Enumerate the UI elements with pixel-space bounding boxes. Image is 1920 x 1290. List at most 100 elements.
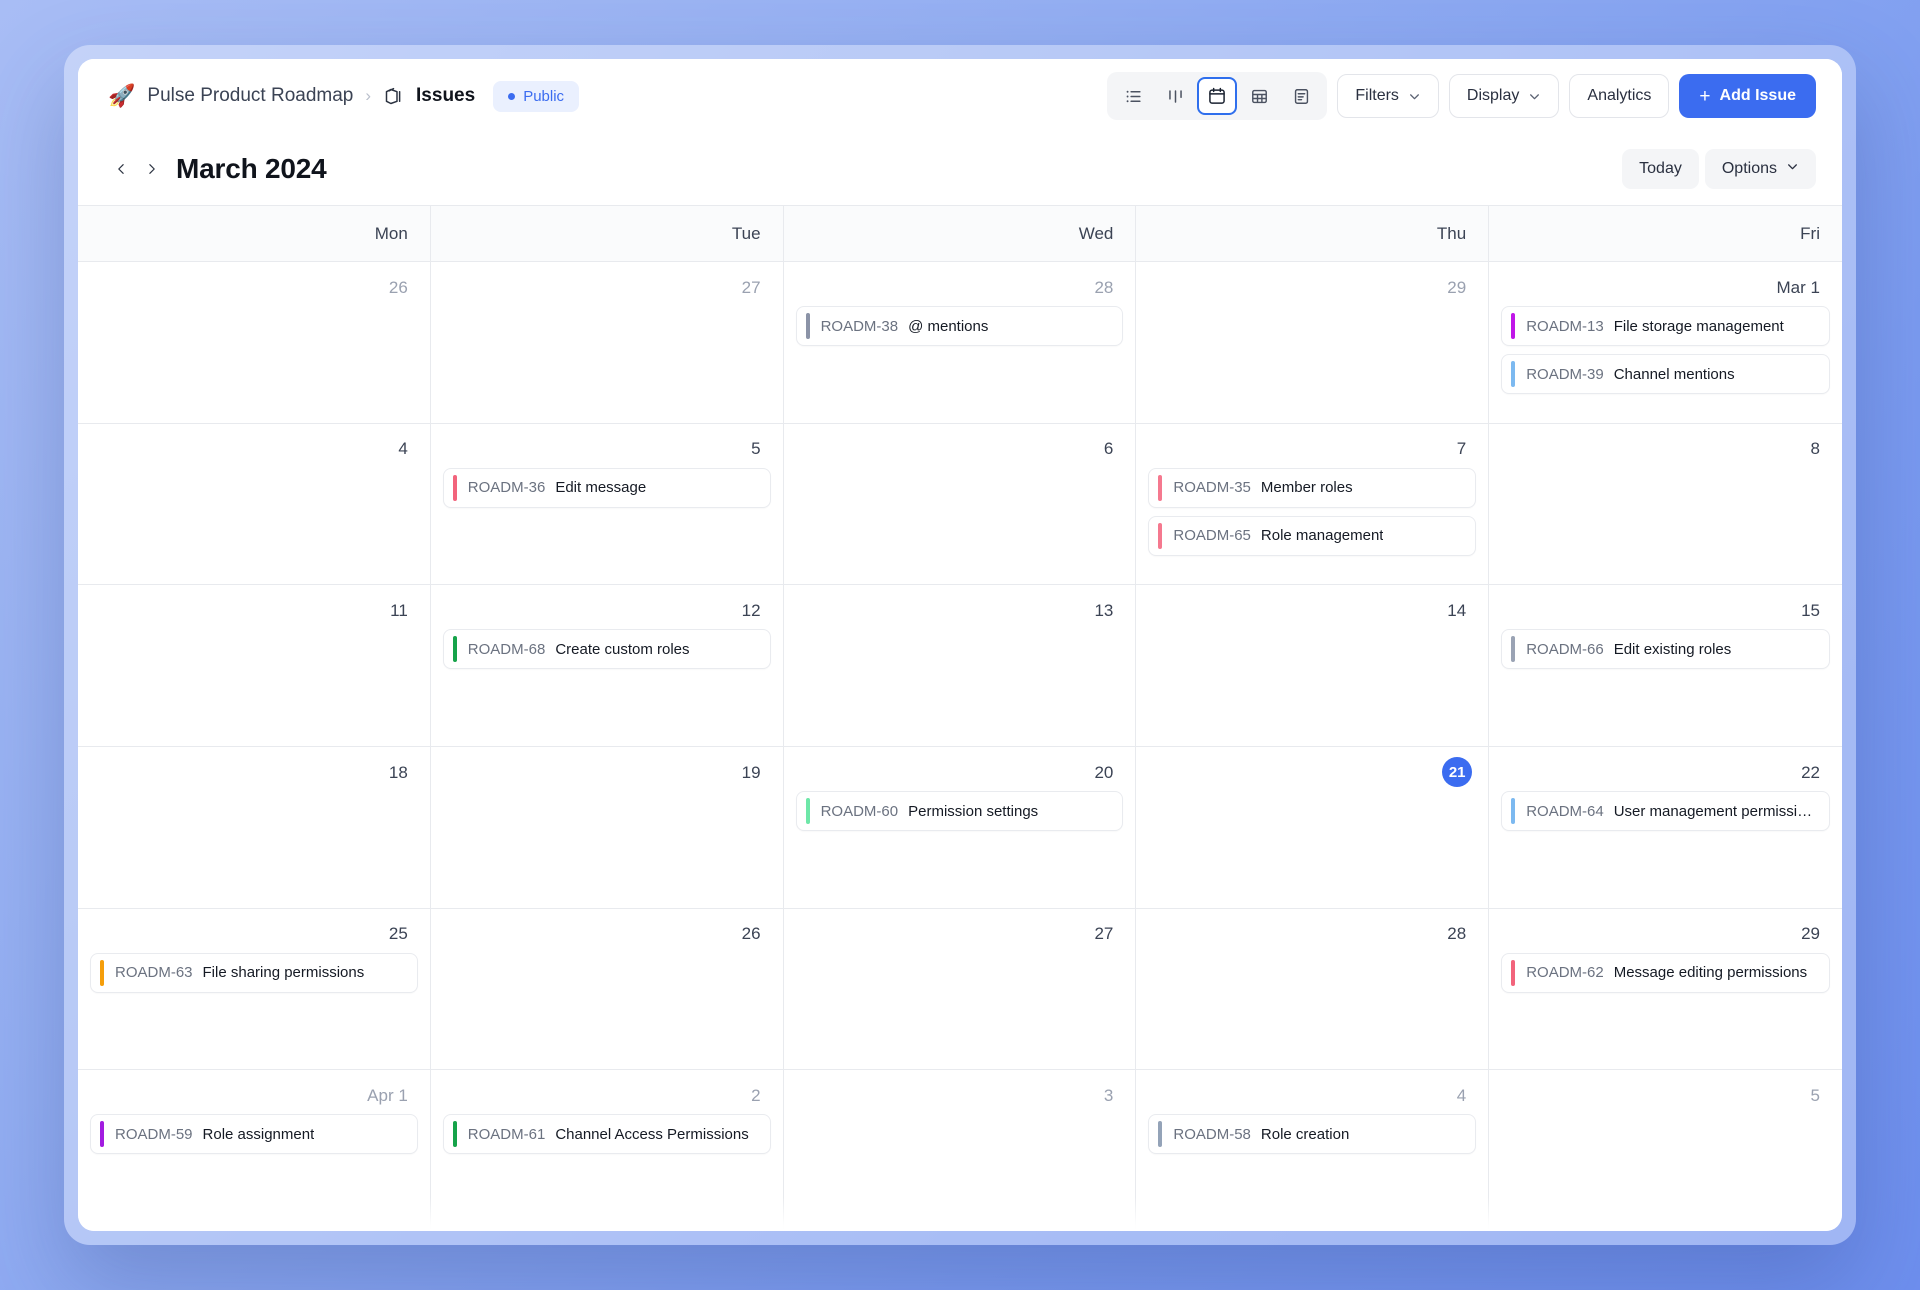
event-color-bar-icon [452,474,457,501]
event-issue-key: ROADM-61 [467,1125,546,1143]
calendar-day-cell[interactable]: 6 [784,423,1137,585]
event-issue-key: ROADM-58 [1173,1125,1251,1143]
calendar-day-number: 7 [1456,439,1467,459]
breadcrumb-section[interactable]: Issues [416,85,475,107]
app-window: 🚀 Pulse Product Roadmap › Issues Public [78,59,1842,1231]
calendar-day-header-row: Mon Tue Wed Thu Fri [78,206,1842,262]
calendar-event-card[interactable]: ROADM-39 Channel mentions [1501,354,1830,394]
calendar-day-number-row: 21 [1148,757,1476,788]
next-month-button[interactable] [136,152,166,186]
prev-month-button[interactable] [106,152,136,186]
event-title: Edit message [555,479,647,497]
calendar-day-number: 4 [1456,1085,1467,1105]
breadcrumb-project-link[interactable]: Pulse Product Roadmap [147,85,353,107]
calendar-day-events: ROADM-61 Channel Access Permissions [442,1114,771,1155]
calendar-day-cell[interactable]: 8 [1489,424,1842,585]
calendar-event-card[interactable]: ROADM-66 Edit existing roles [1501,629,1830,670]
calendar-view-icon[interactable] [1197,77,1238,115]
calendar-day-cell[interactable]: 26 [78,262,431,423]
calendar-day-number-row: Apr 1 [90,1080,418,1110]
calendar-day-number: 15 [1801,600,1820,620]
calendar-day-cell[interactable]: 22 ROADM-64 User management permissi… [1489,747,1842,908]
calendar-day-number: 4 [398,439,408,459]
calendar-day-cell[interactable]: 5 ROADM-36 Edit message [431,423,784,585]
calendar-day-cell[interactable]: 3 [784,1070,1137,1231]
event-issue-key: ROADM-38 [820,317,899,335]
calendar-day-number-row: 6 [796,434,1124,464]
top-toolbar: 🚀 Pulse Product Roadmap › Issues Public [78,59,1842,133]
event-issue-key: ROADM-39 [1526,365,1604,383]
calendar-event-card[interactable]: ROADM-38 @ mentions [795,306,1124,346]
analytics-button[interactable]: Analytics [1569,74,1670,118]
calendar-week-row: 18 19 20 ROADM-60 Permission settings 21 22 ROA… [78,747,1842,909]
calendar-day-cell[interactable]: 25 ROADM-63 File sharing permissions [78,908,431,1070]
calendar-day-cell[interactable]: 29 [1136,262,1490,423]
calendar-day-cell[interactable]: 14 [1136,585,1490,747]
calendar-event-card[interactable]: ROADM-35 Member roles [1148,467,1477,508]
calendar-day-number: 28 [1447,924,1467,944]
event-title: Member roles [1260,479,1353,497]
chevron-down-icon [1408,90,1421,103]
calendar-day-cell[interactable]: 7 ROADM-35 Member roles ROADM-65 Role manage… [1136,423,1490,585]
calendar-week-row: Apr 1 ROADM-59 Role assignment 2 ROADM-61 Cha… [78,1070,1842,1231]
calendar-day-number: Mar 1 [1776,277,1820,297]
calendar-day-number-row: 15 [1501,595,1830,625]
calendar-day-cell[interactable]: 21 [1136,747,1490,908]
options-button[interactable]: Options [1704,149,1816,189]
calendar-event-card[interactable]: ROADM-36 Edit message [442,467,771,508]
calendar-event-card[interactable]: ROADM-68 Create custom roles [442,629,771,670]
calendar-event-card[interactable]: ROADM-63 File sharing permissions [90,952,418,993]
calendar-day-cell[interactable]: 11 [78,585,431,747]
calendar-day-events: ROADM-60 Permission settings [795,791,1124,832]
calendar-day-cell[interactable]: 2 ROADM-61 Channel Access Permissions [431,1070,784,1231]
list-view-icon[interactable] [1113,77,1153,115]
calendar-day-cell[interactable]: Apr 1 ROADM-59 Role assignment [78,1070,431,1231]
calendar-day-cell[interactable]: 27 [784,908,1137,1070]
calendar-day-number: 22 [1801,762,1820,782]
event-issue-key: ROADM-68 [467,640,546,658]
filters-button[interactable]: Filters [1337,74,1439,118]
calendar-event-card[interactable]: ROADM-64 User management permissi… [1501,791,1830,832]
calendar-day-cell[interactable]: 19 [431,747,784,908]
calendar-day-cell[interactable]: 5 [1489,1070,1842,1231]
calendar-day-cell[interactable]: 15 ROADM-66 Edit existing roles [1489,585,1842,746]
calendar-day-cell[interactable]: 4 [78,423,431,585]
calendar-day-number: 3 [1103,1085,1114,1105]
calendar-event-card[interactable]: ROADM-13 File storage management [1501,306,1830,346]
calendar-day-cell[interactable]: 29 ROADM-62 Message editing permissions [1489,909,1842,1070]
calendar-event-card[interactable]: ROADM-65 Role management [1148,515,1477,556]
table-view-icon[interactable] [1239,77,1279,115]
add-issue-button[interactable]: + Add Issue [1679,74,1816,118]
calendar-day-cell[interactable]: 26 [431,908,784,1070]
calendar-day-cell[interactable]: 27 [431,262,784,423]
event-color-bar-icon [1158,522,1163,549]
calendar-day-cell[interactable]: Mar 1 ROADM-13 File storage management ROAD… [1489,262,1842,423]
calendar-day-cell[interactable]: 13 [784,585,1137,747]
calendar-event-card[interactable]: ROADM-58 Role creation [1148,1114,1477,1155]
calendar-day-events: ROADM-13 File storage management ROADM-39 C… [1501,306,1830,394]
calendar-day-number: 27 [1094,924,1114,944]
calendar-day-cell[interactable]: 4 ROADM-58 Role creation [1136,1070,1490,1231]
doc-view-icon[interactable] [1281,77,1321,115]
visibility-badge[interactable]: Public [493,80,580,112]
calendar-day-number-row: 7 [1148,434,1476,464]
calendar-day-number-row: 26 [443,919,771,949]
board-view-icon[interactable] [1155,77,1195,115]
calendar-event-card[interactable]: ROADM-62 Message editing permissions [1501,952,1830,993]
calendar-day-cell[interactable]: 28 ROADM-38 @ mentions [784,262,1137,423]
calendar-day-cell[interactable]: 28 [1136,908,1490,1070]
calendar-day-number-row: 14 [1148,595,1476,625]
cube-icon [383,86,404,107]
calendar-event-card[interactable]: ROADM-60 Permission settings [795,791,1124,832]
event-color-bar-icon [1511,959,1516,986]
calendar-day-cell[interactable]: 20 ROADM-60 Permission settings [784,747,1137,908]
display-button[interactable]: Display [1448,74,1560,118]
calendar-day-cell[interactable]: 12 ROADM-68 Create custom roles [431,585,784,747]
calendar-day-number-row: 27 [796,919,1124,949]
calendar-event-card[interactable]: ROADM-61 Channel Access Permissions [442,1114,771,1155]
display-button-label: Display [1466,87,1520,104]
today-button[interactable]: Today [1622,149,1699,189]
calendar-day-cell[interactable]: 18 [78,747,431,908]
chevron-down-icon [1786,160,1799,178]
calendar-event-card[interactable]: ROADM-59 Role assignment [90,1114,418,1155]
